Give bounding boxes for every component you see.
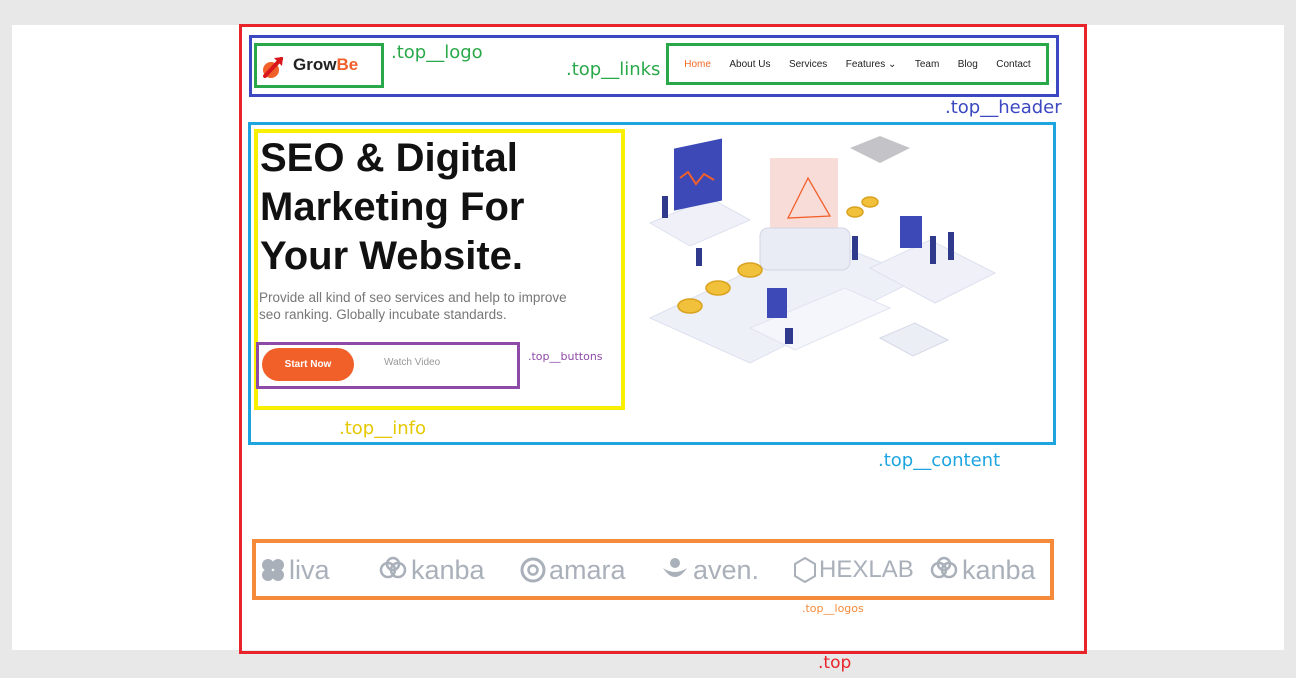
logo-annotation-label: .top__logo [391, 42, 483, 63]
brand-hexlab-text: HEXLAB [819, 556, 914, 583]
illustration-desk-screen [767, 288, 787, 318]
nav-contact[interactable]: Contact [996, 59, 1030, 70]
brand-kanba-2: kanba [929, 552, 1036, 588]
brand-aven: aven. [660, 552, 759, 588]
aven-icon [663, 558, 687, 577]
buttons-annotation-label: .top__buttons [528, 350, 603, 363]
brand-kanba: kanba [378, 552, 485, 588]
header-annotation-label: .top__header [945, 97, 1062, 118]
brand-aven-text: aven. [693, 554, 760, 585]
brand-hexlab: HEXLAB [794, 552, 914, 588]
logo-outline[interactable]: GrowBe [254, 43, 384, 88]
seo-isometric-illustration [648, 136, 997, 364]
growth-arrow-icon [263, 57, 283, 78]
brand-amara: amara [520, 552, 626, 588]
nav-links: Home About Us Services Features ⌄ Team B… [666, 43, 1049, 85]
brand-liva-text: liva [289, 554, 330, 585]
content-annotation-label: .top__content [878, 450, 1001, 471]
kanba-icon [930, 556, 958, 579]
brand-kanba-2-text: kanba [962, 554, 1036, 585]
nav-services[interactable]: Services [789, 59, 827, 70]
illustration-hub [759, 227, 851, 271]
kanba-icon [379, 556, 407, 579]
liva-icon [262, 559, 284, 581]
logo-text: GrowBe [293, 55, 358, 75]
logo-text-dark: Grow [293, 55, 337, 74]
links-annotation-label: .top__links [566, 59, 661, 80]
hero-description: Provide all kind of seo services and hel… [259, 290, 567, 322]
hero-title: SEO & Digital Marketing For Your Website… [260, 136, 525, 278]
brand-liva: liva [260, 552, 330, 588]
illustration-stats-panel [900, 216, 922, 248]
nav-features-dropdown[interactable]: Features ⌄ [846, 59, 897, 70]
brand-kanba-text: kanba [411, 554, 485, 585]
start-now-button[interactable]: Start Now [262, 348, 354, 381]
nav-blog[interactable]: Blog [958, 59, 978, 70]
illustration-chart-panel [674, 138, 722, 211]
watch-video-button[interactable]: Watch Video [384, 357, 440, 368]
hexlab-icon [794, 557, 816, 583]
nav-team[interactable]: Team [915, 59, 939, 70]
nav-about[interactable]: About Us [729, 59, 770, 70]
logo-text-accent: Be [336, 55, 359, 74]
info-annotation-label: .top__info [339, 418, 426, 439]
nav-home[interactable]: Home [684, 59, 711, 70]
brand-amara-text: amara [549, 554, 626, 585]
amara-icon [520, 557, 546, 583]
top-annotation-label: .top [818, 653, 852, 673]
logos-annotation-label: .top__logos [802, 602, 864, 615]
